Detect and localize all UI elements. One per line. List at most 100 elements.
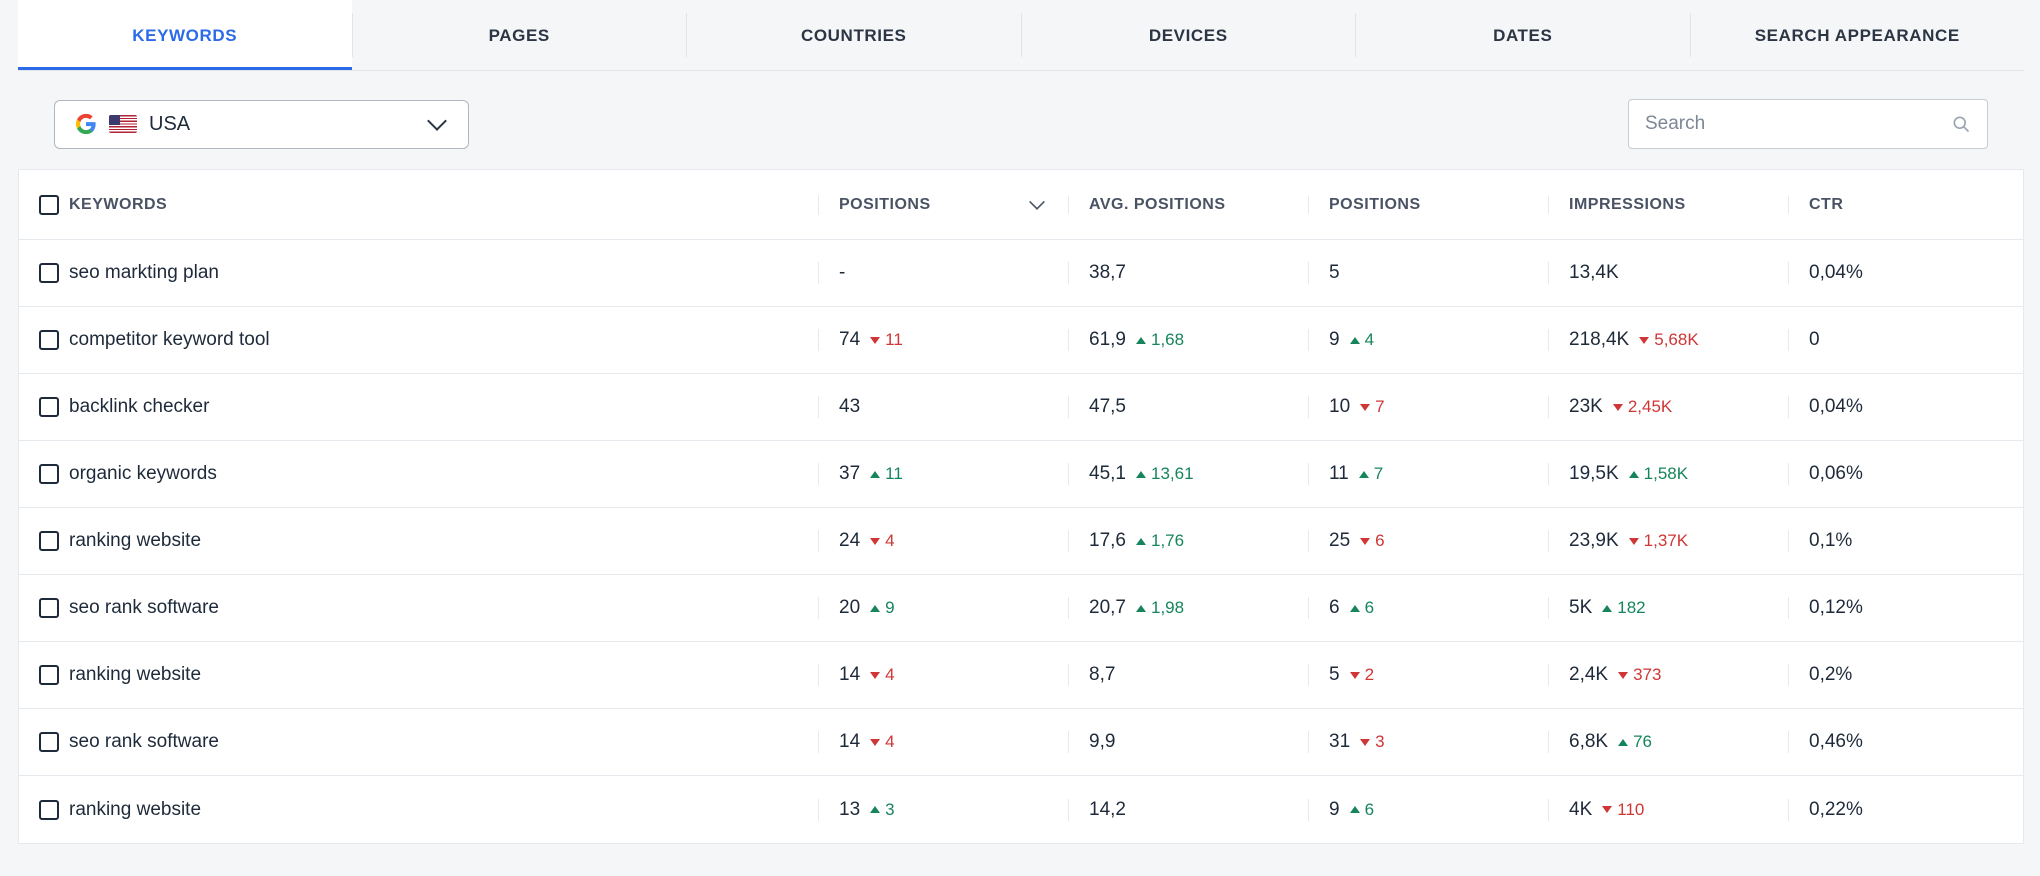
delta: 76 xyxy=(1618,732,1652,752)
country-select[interactable]: USA xyxy=(54,100,469,149)
arrow-up-icon xyxy=(1602,605,1612,612)
arrow-up-icon xyxy=(1359,471,1369,478)
table-header: KEYWORDS POSITIONS AVG. POSITIONS POSITI… xyxy=(19,170,2023,240)
arrow-down-icon xyxy=(870,337,880,344)
delta: 4 xyxy=(870,665,894,685)
row-checkbox[interactable] xyxy=(39,598,59,618)
select-all-checkbox[interactable] xyxy=(39,195,59,215)
arrow-down-icon xyxy=(1360,538,1370,545)
tab-search-appearance[interactable]: SEARCH APPEARANCE xyxy=(1691,0,2025,70)
positions-value: 24 xyxy=(839,530,860,552)
delta-value: 4 xyxy=(885,665,894,685)
col-keywords[interactable]: KEYWORDS xyxy=(69,196,167,214)
ctr-value: 0,2% xyxy=(1809,664,1852,686)
avg-positions-value: 14,2 xyxy=(1089,799,1126,821)
row-checkbox[interactable] xyxy=(39,665,59,685)
chevron-down-icon xyxy=(427,111,447,131)
positions-value: 74 xyxy=(839,329,860,351)
row-checkbox[interactable] xyxy=(39,732,59,752)
search-input[interactable] xyxy=(1645,113,1951,135)
arrow-down-icon xyxy=(1613,404,1623,411)
delta-value: 182 xyxy=(1617,598,1645,618)
delta: 1,58K xyxy=(1629,464,1688,484)
positions2-value: 25 xyxy=(1329,530,1350,552)
delta: 11 xyxy=(870,464,903,484)
tab-devices[interactable]: DEVICES xyxy=(1022,0,1356,70)
arrow-up-icon xyxy=(1350,806,1360,813)
arrow-down-icon xyxy=(1629,538,1639,545)
avg-positions-value: 17,6 xyxy=(1089,530,1126,552)
arrow-up-icon xyxy=(1618,739,1628,746)
table-row: competitor keyword tool741161,91,6894218… xyxy=(19,307,2023,374)
delta-value: 5,68K xyxy=(1654,330,1698,350)
search-box[interactable] xyxy=(1628,99,1988,149)
delta: 6 xyxy=(1350,800,1374,820)
positions2-value: 5 xyxy=(1329,262,1340,284)
arrow-down-icon xyxy=(1618,672,1628,679)
avg-positions-value: 45,1 xyxy=(1089,463,1126,485)
delta-value: 110 xyxy=(1617,800,1644,820)
col-positions[interactable]: POSITIONS xyxy=(839,196,931,214)
delta-value: 373 xyxy=(1633,665,1661,685)
impressions-value: 2,4K xyxy=(1569,664,1608,686)
table-row: seo rank software1449,93136,8K760,46% xyxy=(19,709,2023,776)
keyword-text: ranking website xyxy=(69,530,201,552)
delta-value: 6 xyxy=(1375,531,1384,551)
arrow-down-icon xyxy=(1360,404,1370,411)
sort-chevron-down-icon[interactable] xyxy=(1029,194,1045,210)
col-ctr[interactable]: CTR xyxy=(1809,196,1843,214)
delta-value: 4 xyxy=(885,531,894,551)
table-row: ranking website24417,61,7625623,9K1,37K0… xyxy=(19,508,2023,575)
delta-value: 76 xyxy=(1633,732,1652,752)
row-checkbox[interactable] xyxy=(39,464,59,484)
delta: 4 xyxy=(870,531,894,551)
col-impressions[interactable]: IMPRESSIONS xyxy=(1569,196,1686,214)
controls-row: USA xyxy=(18,71,2024,169)
row-checkbox[interactable] xyxy=(39,263,59,283)
impressions-value: 13,4K xyxy=(1569,262,1619,284)
positions2-value: 31 xyxy=(1329,731,1350,753)
row-checkbox[interactable] xyxy=(39,330,59,350)
delta: 1,68 xyxy=(1136,330,1184,350)
row-checkbox[interactable] xyxy=(39,531,59,551)
row-checkbox[interactable] xyxy=(39,800,59,820)
positions2-value: 9 xyxy=(1329,799,1340,821)
delta-value: 11 xyxy=(885,330,903,350)
delta-value: 2 xyxy=(1365,665,1374,685)
delta-value: 3 xyxy=(885,800,894,820)
row-checkbox[interactable] xyxy=(39,397,59,417)
delta-value: 4 xyxy=(1365,330,1374,350)
delta-value: 1,37K xyxy=(1644,531,1688,551)
table-row: ranking website1448,7522,4K3730,2% xyxy=(19,642,2023,709)
arrow-up-icon xyxy=(1136,337,1146,344)
google-icon xyxy=(75,113,97,135)
tab-pages[interactable]: PAGES xyxy=(353,0,687,70)
ctr-value: 0,46% xyxy=(1809,731,1863,753)
delta-value: 6 xyxy=(1365,598,1374,618)
col-avg-positions[interactable]: AVG. POSITIONS xyxy=(1089,196,1226,214)
tab-dates[interactable]: DATES xyxy=(1356,0,1690,70)
arrow-down-icon xyxy=(1350,672,1360,679)
col-positions-2[interactable]: POSITIONS xyxy=(1329,196,1421,214)
impressions-value: 23,9K xyxy=(1569,530,1619,552)
positions-value: 13 xyxy=(839,799,860,821)
keyword-text: seo rank software xyxy=(69,597,219,619)
delta: 182 xyxy=(1602,598,1645,618)
positions2-value: 9 xyxy=(1329,329,1340,351)
keyword-text: competitor keyword tool xyxy=(69,329,270,351)
positions-value: 20 xyxy=(839,597,860,619)
delta: 4 xyxy=(1350,330,1374,350)
ctr-value: 0,12% xyxy=(1809,597,1863,619)
positions2-value: 6 xyxy=(1329,597,1340,619)
delta: 7 xyxy=(1359,464,1383,484)
positions-value: 14 xyxy=(839,731,860,753)
tab-countries[interactable]: COUNTRIES xyxy=(687,0,1021,70)
tab-keywords[interactable]: KEYWORDS xyxy=(18,0,352,70)
delta: 7 xyxy=(1360,397,1384,417)
keyword-text: backlink checker xyxy=(69,396,209,418)
delta-value: 2,45K xyxy=(1628,397,1672,417)
delta-value: 3 xyxy=(1375,732,1384,752)
country-label: USA xyxy=(149,113,418,136)
ctr-value: 0,04% xyxy=(1809,396,1863,418)
arrow-up-icon xyxy=(1350,605,1360,612)
